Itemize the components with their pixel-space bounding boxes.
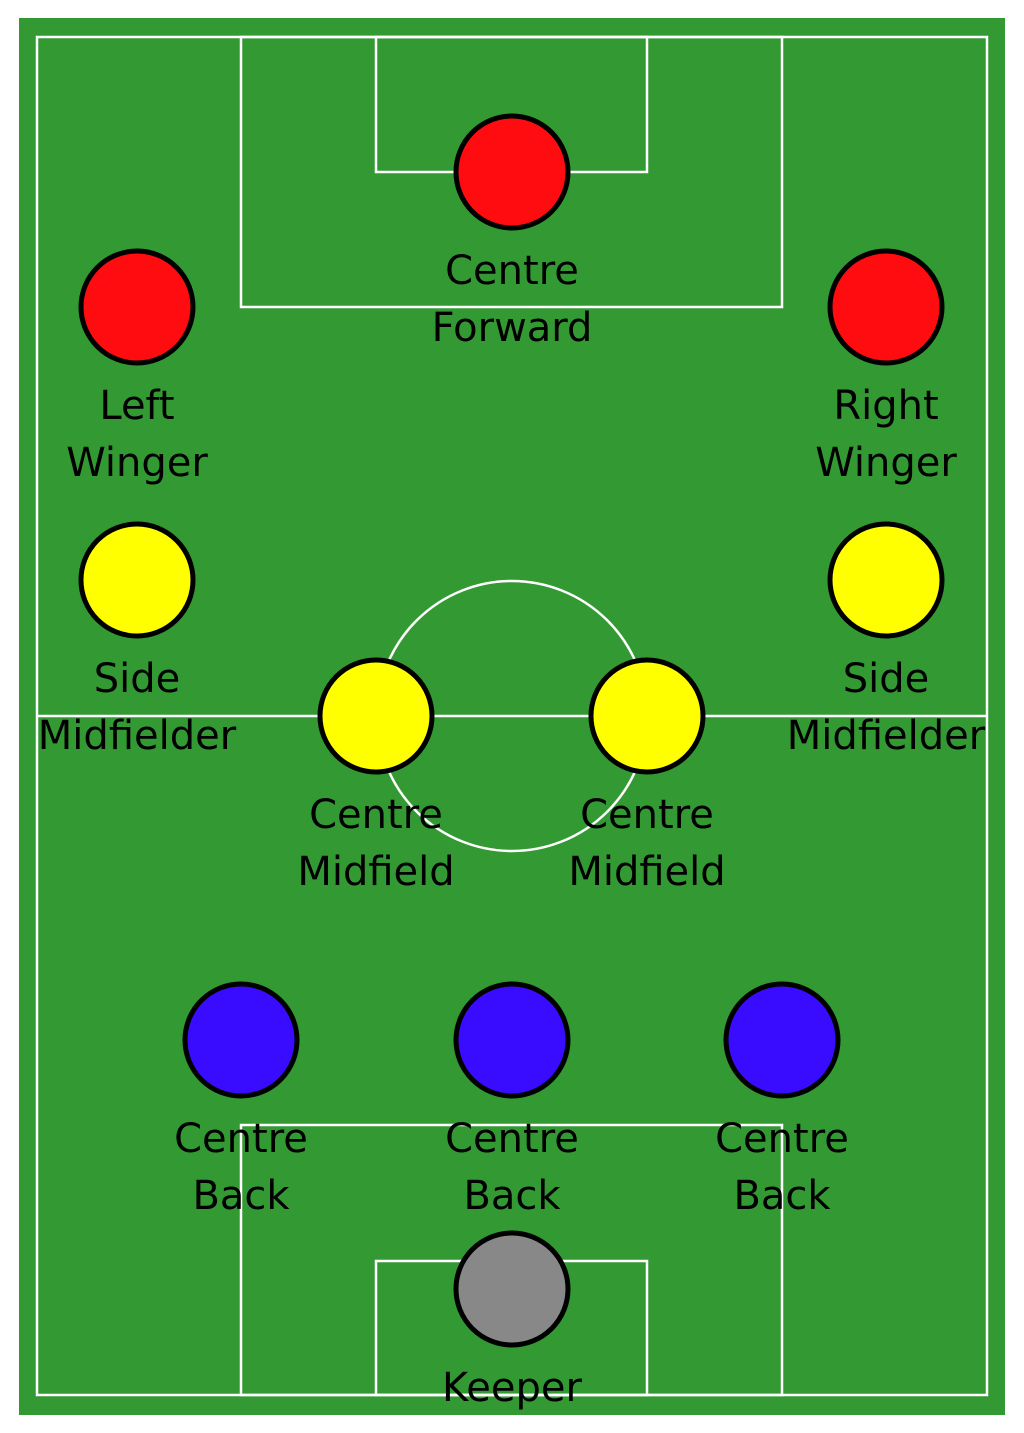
player-label: Side [94,656,181,702]
player-label: Centre [715,1116,849,1162]
player-marker [827,248,945,366]
player-marker [453,981,571,1099]
player-label: Midfield [297,849,454,895]
player-marker [78,521,196,639]
player-label: Right [833,383,938,429]
player-marker [182,981,300,1099]
player-marker [78,248,196,366]
player-label: Centre [445,1116,579,1162]
player-marker [827,521,945,639]
player-label: Left [99,383,174,429]
player-marker [723,981,841,1099]
player-label: Midfielder [787,713,986,759]
player-marker [317,657,435,775]
player-label: Midfielder [38,713,237,759]
player-label: Forward [432,305,593,351]
player-label: Side [843,656,930,702]
player-label: Centre [445,248,579,294]
player-marker [453,113,571,231]
football-formation-diagram: Centre Forward Left Winger Right Winger Side Mi… [19,18,1005,1415]
player-label: Winger [815,440,957,486]
player-label: Centre [174,1116,308,1162]
player-label: Back [463,1173,561,1219]
player-label: Midfield [568,849,725,895]
player-marker [588,657,706,775]
player-marker [453,1230,571,1348]
player-label: Centre [580,792,714,838]
player-label: Centre [309,792,443,838]
player-label: Winger [66,440,208,486]
player-label: Back [733,1173,831,1219]
player-label: Back [192,1173,290,1219]
player-label: Keeper [442,1365,582,1411]
